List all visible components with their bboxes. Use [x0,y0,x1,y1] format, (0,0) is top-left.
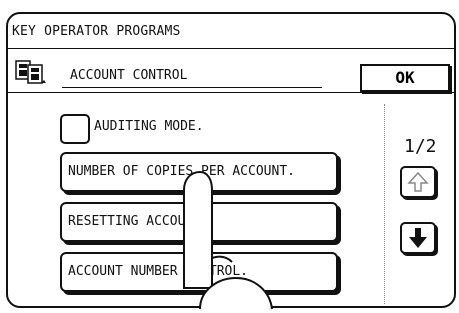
resetting-account-button[interactable]: RESETTING ACCOUNT. [60,202,338,242]
screen-title: KEY OPERATOR PROGRAMS [12,24,181,39]
section-title: ACCOUNT CONTROL [62,68,322,88]
auditing-mode-checkbox[interactable] [60,114,90,144]
account-number-control-button[interactable]: ACCOUNT NUMBER CONTROL. [60,252,338,292]
number-of-copies-per-account-button[interactable]: NUMBER OF COPIES PER ACCOUNT. [60,152,338,192]
scroll-up-button[interactable] [400,166,436,198]
menu-item-label: RESETTING ACCOUNT. [68,214,209,229]
arrow-down-icon [402,228,434,256]
ok-button[interactable]: OK [360,64,450,92]
title-bar: KEY OPERATOR PROGRAMS [8,14,454,49]
menu-item-label: NUMBER OF COPIES PER ACCOUNT. [68,164,295,179]
scroll-divider [384,104,385,304]
control-panel-screen: KEY OPERATOR PROGRAMS ACCOUNT CONTROL OK… [6,12,456,308]
auditing-mode-label: AUDITING MODE. [94,119,204,134]
page-indicator: 1/2 [404,136,437,157]
arrow-up-icon [402,171,434,200]
menu-item-label: ACCOUNT NUMBER CONTROL. [68,264,249,279]
header-row: ACCOUNT CONTROL OK [8,52,454,93]
scroll-down-button[interactable] [400,222,436,254]
account-control-icon [14,58,48,86]
